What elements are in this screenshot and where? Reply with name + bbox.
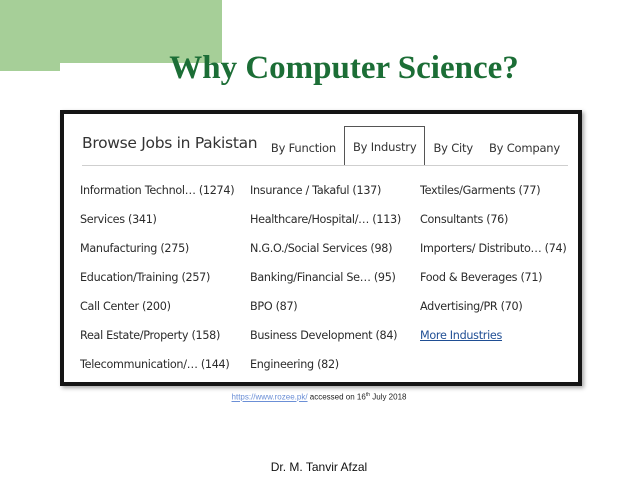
industry-link[interactable]: BPO (87): [250, 300, 420, 329]
slide-title: Why Computer Science?: [169, 50, 519, 86]
industry-link[interactable]: Real Estate/Property (158): [80, 329, 250, 358]
industry-link[interactable]: Business Development (84): [250, 329, 420, 358]
more-industries-link[interactable]: More Industries: [420, 329, 576, 358]
industry-link[interactable]: Food & Beverages (71): [420, 271, 576, 300]
tab-by-company[interactable]: By Company: [481, 130, 568, 166]
footer-author: Dr. M. Tanvir Afzal: [270, 460, 368, 474]
tab-by-industry[interactable]: By Industry: [343, 126, 426, 166]
tab-by-function[interactable]: By Function: [263, 130, 344, 166]
industry-link[interactable]: Banking/Financial Se… (95): [250, 271, 420, 300]
industry-link[interactable]: Consultants (76): [420, 213, 576, 242]
industry-link[interactable]: Education/Training (257): [80, 271, 250, 300]
jobs-browse-panel: Browse Jobs in Pakistan By Function By I…: [60, 110, 582, 386]
source-accessed-text: accessed on 16: [309, 392, 366, 402]
industry-link[interactable]: Services (341): [80, 213, 250, 242]
industry-link[interactable]: Importers/ Distributo… (74): [420, 242, 576, 271]
industry-grid: Information Technol… (1274) Insurance / …: [80, 184, 576, 387]
source-citation: https://www.rozee.pk/ accessed on 16th J…: [0, 392, 638, 402]
industry-link[interactable]: Manufacturing (275): [80, 242, 250, 271]
industry-link[interactable]: Engineering (82): [250, 358, 420, 387]
industry-link[interactable]: Insurance / Takaful (137): [250, 184, 420, 213]
source-url-link[interactable]: https://www.rozee.pk/: [232, 393, 308, 402]
empty-cell: [420, 358, 576, 387]
industry-link[interactable]: Information Technol… (1274): [80, 184, 250, 213]
tab-by-city[interactable]: By City: [425, 130, 481, 166]
industry-link[interactable]: Telecommunication/… (144): [80, 358, 250, 387]
industry-link[interactable]: Textiles/Garments (77): [420, 184, 576, 213]
tab-divider: [82, 165, 568, 166]
source-date-text: July 2018: [370, 392, 407, 402]
industry-link[interactable]: Healthcare/Hospital/… (113): [250, 213, 420, 242]
industry-link[interactable]: Call Center (200): [80, 300, 250, 329]
panel-heading: Browse Jobs in Pakistan: [82, 134, 258, 152]
tab-bar: By Function By Industry By City By Compa…: [263, 124, 568, 166]
industry-link[interactable]: Advertising/PR (70): [420, 300, 576, 329]
industry-link[interactable]: N.G.O./Social Services (98): [250, 242, 420, 271]
